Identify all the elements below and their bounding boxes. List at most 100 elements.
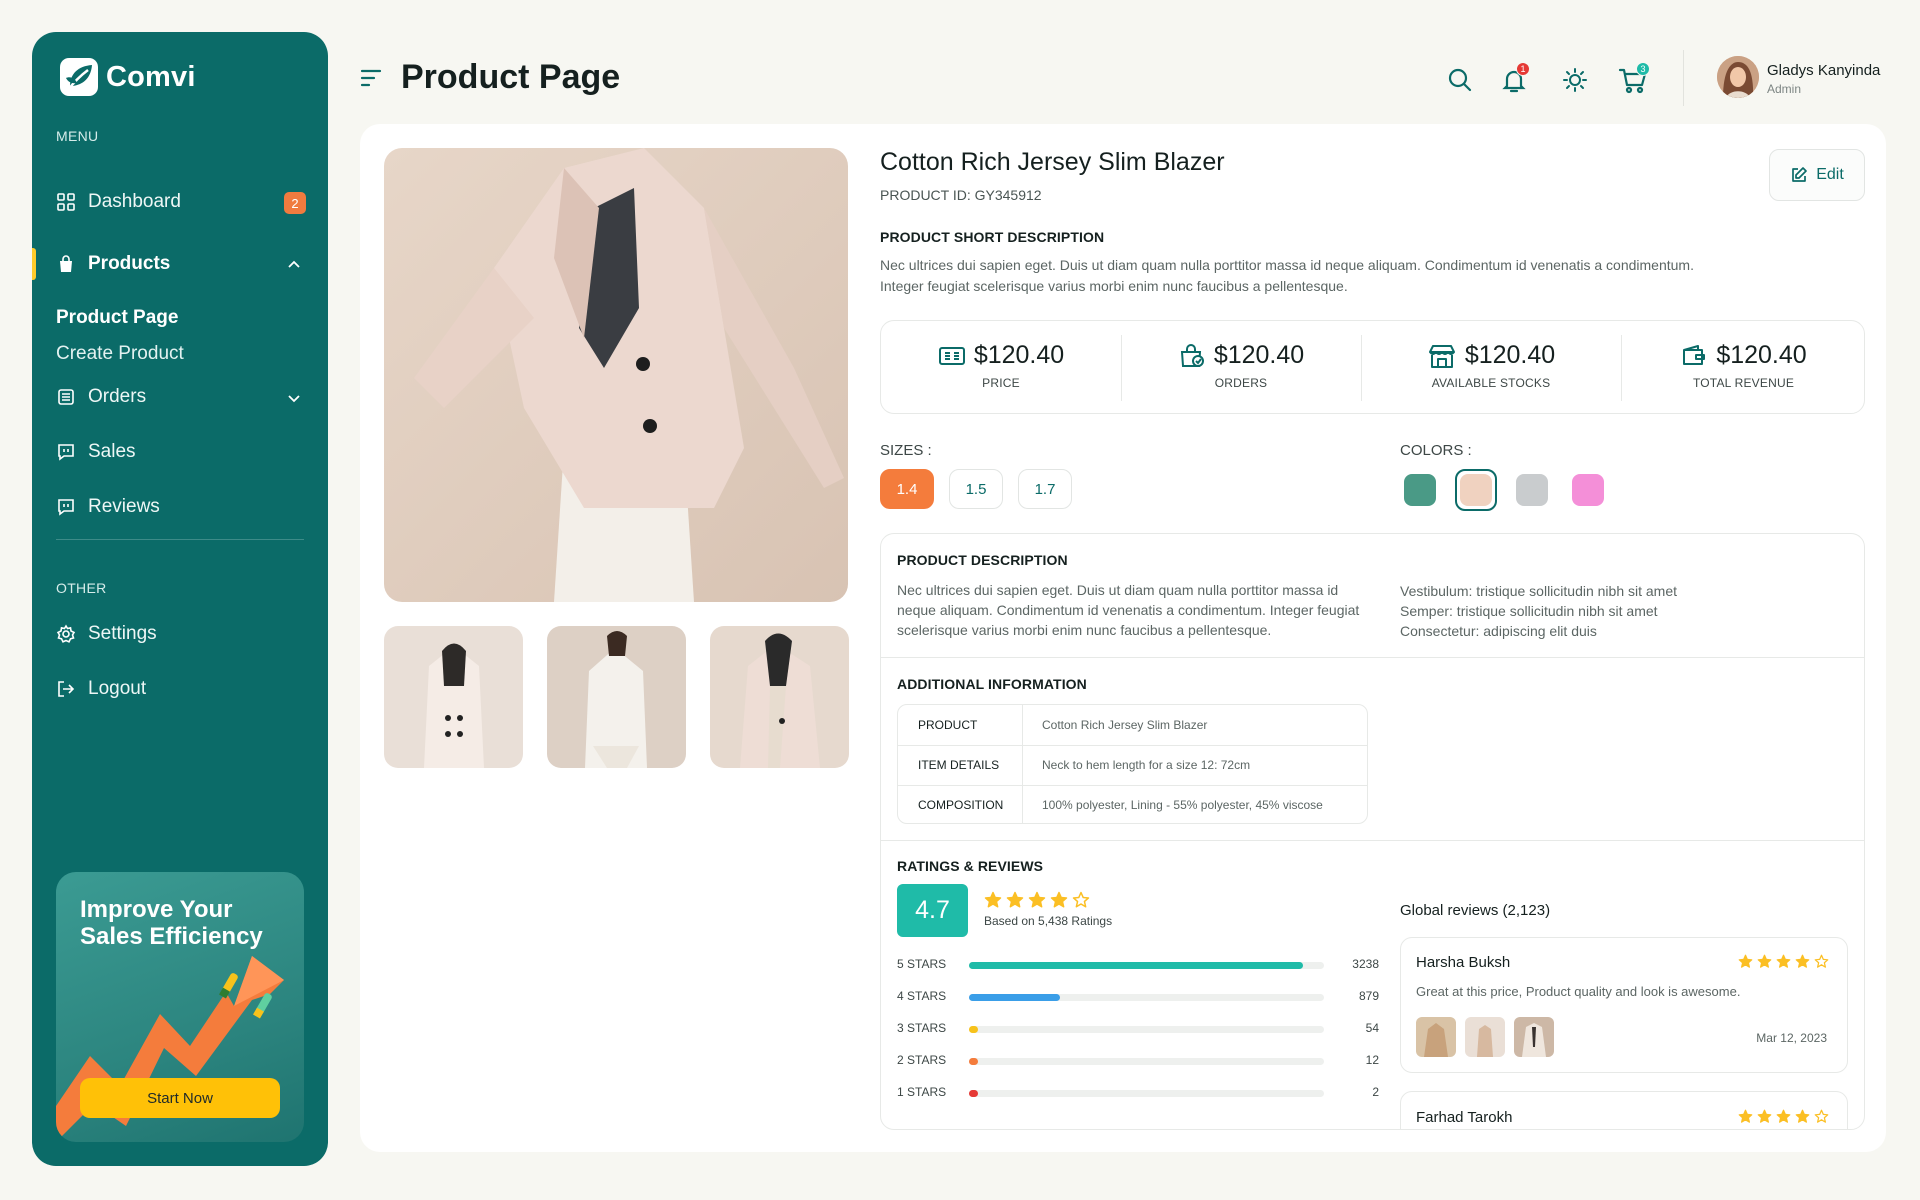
rating-bar-label: 5 STARS: [897, 957, 947, 971]
ratings-heading: RATINGS & REVIEWS: [897, 858, 1044, 874]
size-option-selected[interactable]: 1.4: [880, 469, 934, 509]
star-filled-icon: [1776, 1109, 1791, 1123]
size-option[interactable]: 1.5: [949, 469, 1003, 509]
rating-bar-label: 3 STARS: [897, 1021, 947, 1035]
gear-icon: [56, 624, 76, 643]
rating-score-badge: 4.7: [897, 884, 968, 937]
stat-price: $120.40 PRICE: [881, 321, 1121, 415]
stat-value: $120.40: [1464, 341, 1556, 369]
sidebar-item-logout[interactable]: Logout: [32, 669, 328, 709]
rating-bar-fill: [969, 994, 1060, 1001]
rating-bar-track: [969, 1090, 1324, 1097]
start-now-button[interactable]: Start Now: [80, 1078, 280, 1118]
size-option[interactable]: 1.7: [1018, 469, 1072, 509]
header-divider: [1683, 50, 1684, 106]
search-icon[interactable]: [1446, 66, 1474, 94]
star-filled-icon: [1757, 954, 1772, 968]
description-point: Consectetur: adipiscing elit duis: [1400, 623, 1597, 639]
product-thumbnail[interactable]: [384, 626, 523, 768]
sidebar-subitem-create-product[interactable]: Create Product: [56, 343, 184, 365]
notifications-button[interactable]: 1: [1500, 62, 1530, 94]
table-row: COMPOSITION 100% polyester, Lining - 55%…: [898, 785, 1367, 823]
chat-icon: [58, 444, 74, 461]
short-description-heading: PRODUCT SHORT DESCRIPTION: [880, 229, 1105, 245]
rating-bar-label: 2 STARS: [897, 1053, 947, 1067]
sidebar-item-label: Sales: [88, 441, 136, 462]
sidebar-item-products[interactable]: Products: [32, 244, 328, 284]
sidebar-item-orders[interactable]: Orders: [32, 377, 328, 417]
sidebar: Comvi MENU Dashboard 2 Products Product …: [32, 32, 328, 1166]
product-title: Cotton Rich Jersey Slim Blazer: [880, 148, 1225, 176]
rating-bar-count: 12: [1365, 1053, 1379, 1067]
color-swatch[interactable]: [1567, 469, 1609, 511]
table-row: ITEM DETAILS Neck to hem length for a si…: [898, 745, 1367, 785]
rating-bar-count: 3238: [1352, 957, 1379, 971]
rating-bar-fill: [969, 1058, 978, 1065]
review-card[interactable]: Farhad Tarokh: [1400, 1091, 1848, 1129]
menu-toggle-icon[interactable]: [360, 68, 382, 88]
star-filled-icon: [1757, 1109, 1772, 1123]
edit-button[interactable]: Edit: [1769, 149, 1865, 201]
promo-card: Improve Your Sales Efficiency Start Now: [56, 872, 304, 1142]
color-swatch[interactable]: [1511, 469, 1553, 511]
star-filled-icon: [1050, 891, 1068, 908]
cell-divider: [1022, 785, 1023, 823]
color-swatch[interactable]: [1399, 469, 1441, 511]
sidebar-item-settings[interactable]: Settings: [32, 614, 328, 654]
blazer-thumbnail-photo: [710, 626, 849, 768]
color-swatch-selected[interactable]: [1455, 469, 1497, 511]
additional-info-table: PRODUCT Cotton Rich Jersey Slim Blazer I…: [897, 704, 1368, 824]
short-description-line: Nec ultrices dui sapien eget. Duis ut di…: [880, 257, 1694, 273]
review-photo[interactable]: [1416, 1017, 1456, 1057]
table-value: Neck to hem length for a size 12: 72cm: [1042, 758, 1251, 772]
description-heading: PRODUCT DESCRIPTION: [897, 552, 1068, 568]
product-thumbnail[interactable]: [710, 626, 849, 768]
sidebar-subitem-product-page[interactable]: Product Page: [56, 307, 178, 329]
stat-orders: $120.40 ORDERS: [1121, 321, 1361, 415]
avatar[interactable]: [1717, 56, 1759, 98]
sidebar-item-sales[interactable]: Sales: [32, 432, 328, 472]
description-line: scelerisque varius morbi enim nunc fauci…: [897, 622, 1272, 638]
product-thumbnail[interactable]: [547, 626, 686, 768]
star-filled-icon: [1738, 954, 1753, 968]
star-filled-icon: [984, 891, 1002, 908]
brand-name: Comvi: [106, 60, 196, 93]
dashboard-count-badge: 2: [284, 192, 306, 214]
star-filled-icon: [1795, 954, 1810, 968]
description-line: Nec ultrices dui sapien eget. Duis ut di…: [897, 582, 1339, 598]
review-stars: [1738, 1109, 1829, 1124]
rating-bar-count: 2: [1372, 1085, 1379, 1099]
stat-label: AVAILABLE STOCKS: [1431, 376, 1551, 390]
review-photo[interactable]: [1514, 1017, 1554, 1057]
sidebar-item-reviews[interactable]: Reviews: [32, 487, 328, 527]
rating-bar-track: [969, 1058, 1324, 1065]
chevron-up-icon: [288, 260, 300, 268]
cart-button[interactable]: 3: [1618, 62, 1650, 94]
grid-icon: [57, 193, 75, 211]
other-section-label: OTHER: [56, 580, 107, 596]
review-photo[interactable]: [1465, 1017, 1505, 1057]
edit-button-label: Edit: [1816, 166, 1844, 183]
blazer-photo: [384, 148, 848, 602]
description-point: Semper: tristique sollicitudin nibh sit …: [1400, 603, 1658, 619]
star-filled-icon: [1738, 1109, 1753, 1123]
table-value: 100% polyester, Lining - 55% polyester, …: [1042, 798, 1323, 812]
brand-logo[interactable]: Comvi: [58, 56, 196, 98]
leaf-logo-icon: [60, 58, 98, 96]
product-main-image[interactable]: [384, 148, 848, 602]
stat-value: $120.40: [973, 341, 1065, 369]
review-card[interactable]: Harsha Buksh Great at this price, Produc…: [1400, 937, 1848, 1073]
stat-value: $120.40: [1213, 341, 1305, 369]
stat-value: $120.40: [1716, 341, 1807, 369]
sidebar-item-dashboard[interactable]: Dashboard 2: [32, 182, 328, 222]
sidebar-item-label: Settings: [88, 623, 157, 644]
logout-icon: [58, 681, 75, 697]
cash-icon: [938, 346, 965, 365]
global-reviews-label: Global reviews (2,123): [1400, 902, 1551, 919]
user-photo: [1717, 56, 1759, 98]
sun-icon[interactable]: [1561, 66, 1589, 94]
rating-bar-fill: [969, 1026, 978, 1033]
short-description-line: Integer feugiat scelerisque varius morbi…: [880, 278, 1348, 294]
sidebar-divider: [56, 539, 304, 540]
table-key: COMPOSITION: [918, 798, 1004, 812]
